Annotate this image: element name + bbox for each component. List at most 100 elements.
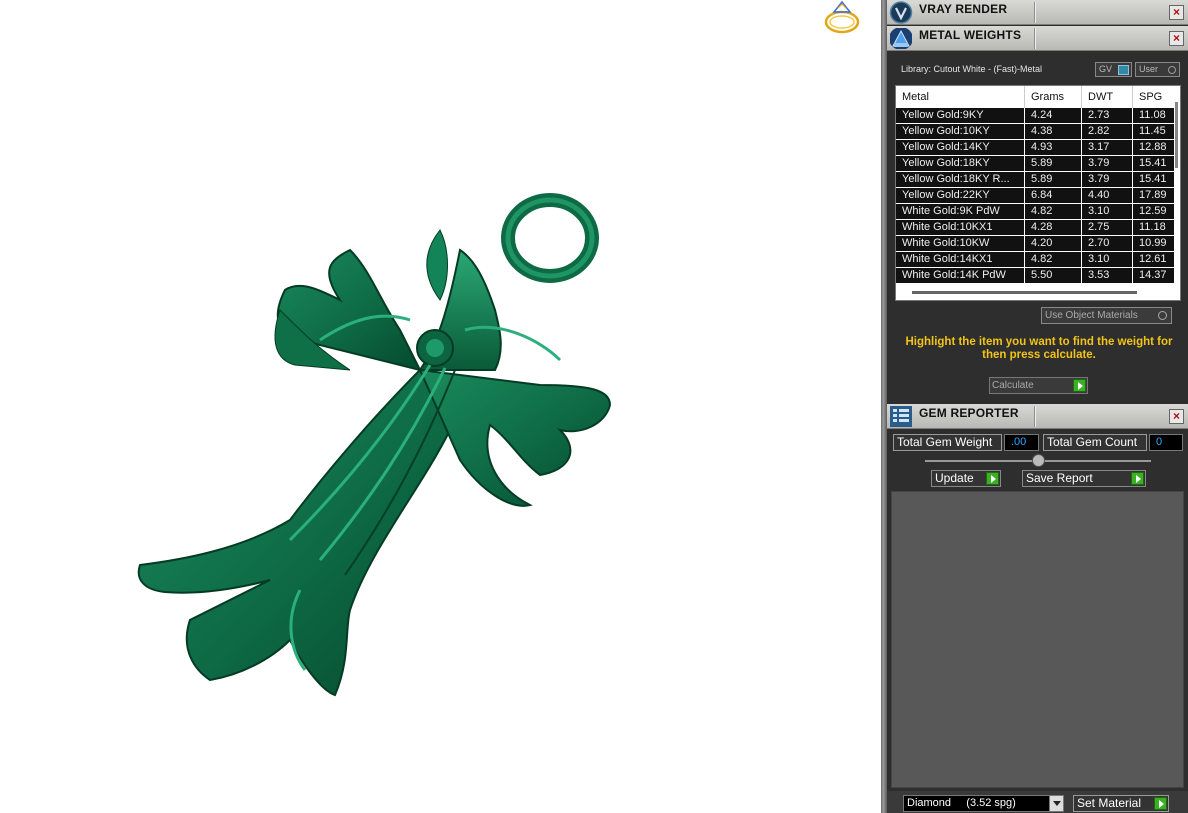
- cell-spg: 12.59: [1133, 204, 1176, 219]
- cell-metal: White Gold:9K PdW: [896, 204, 1025, 219]
- table-row[interactable]: White Gold:10KW 4.20 2.70 10.99: [896, 236, 1176, 252]
- chevron-down-icon[interactable]: [1049, 796, 1063, 811]
- table-row[interactable]: Yellow Gold:18KY R... 5.89 3.79 15.41: [896, 172, 1176, 188]
- table-row[interactable]: White Gold:14KX1 4.82 3.10 12.61: [896, 252, 1176, 268]
- cell-dwt: 2.75: [1082, 220, 1133, 235]
- cell-dwt: 3.79: [1082, 156, 1133, 171]
- cell-grams: 4.28: [1025, 220, 1082, 235]
- use-object-materials-toggle[interactable]: Use Object Materials: [1041, 307, 1172, 324]
- cell-spg: 15.41: [1133, 172, 1176, 187]
- cell-spg: 11.45: [1133, 124, 1176, 139]
- vray-render-header[interactable]: VRAY RENDER ×: [887, 0, 1188, 25]
- save-report-button[interactable]: Save Report: [1022, 470, 1146, 487]
- close-gem-reporter-button[interactable]: ×: [1169, 409, 1184, 424]
- cross-pendant-model[interactable]: [120, 190, 620, 700]
- column-header-metal[interactable]: Metal: [896, 86, 1025, 108]
- metal-weights-header[interactable]: METAL WEIGHTS ×: [887, 26, 1188, 51]
- cell-grams: 5.50: [1025, 268, 1082, 283]
- calculate-button[interactable]: Calculate: [989, 377, 1088, 394]
- gem-report-area[interactable]: [891, 491, 1184, 788]
- table-row[interactable]: Yellow Gold:18KY 5.89 3.79 15.41: [896, 156, 1176, 172]
- set-material-label: Set Material: [1077, 796, 1142, 810]
- cell-grams: 4.20: [1025, 236, 1082, 251]
- metal-weights-table[interactable]: Metal Grams DWT SPG Yellow Gold:9KY 4.24 2…: [895, 85, 1181, 301]
- cell-grams: 4.82: [1025, 252, 1082, 267]
- cell-spg: 17.89: [1133, 188, 1176, 203]
- cell-metal: Yellow Gold:18KY: [896, 156, 1025, 171]
- table-row[interactable]: Yellow Gold:9KY 4.24 2.73 11.08: [896, 108, 1176, 124]
- ring-gizmo-icon[interactable]: [820, 0, 864, 36]
- cell-metal: Yellow Gold:22KY: [896, 188, 1025, 203]
- library-label: Library: Cutout White - (Fast)-Metal: [901, 64, 1043, 74]
- gv-toggle[interactable]: GV: [1095, 62, 1132, 77]
- table-row[interactable]: Yellow Gold:14KY 4.93 3.17 12.88: [896, 140, 1176, 156]
- calculate-label: Calculate: [992, 380, 1034, 391]
- update-button[interactable]: Update: [931, 470, 1001, 487]
- right-panel: VRAY RENDER × METAL WEIGHTS × Library: C…: [887, 0, 1188, 813]
- cell-dwt: 3.17: [1082, 140, 1133, 155]
- close-metal-weights-button[interactable]: ×: [1169, 31, 1184, 46]
- user-label: User: [1139, 64, 1159, 74]
- cell-spg: 14.37: [1133, 268, 1176, 283]
- table-vertical-scrollbar[interactable]: [1174, 86, 1180, 300]
- save-report-label: Save Report: [1026, 471, 1093, 485]
- column-header-grams[interactable]: Grams: [1025, 86, 1082, 108]
- scrollbar-thumb[interactable]: [1175, 102, 1178, 168]
- cell-dwt: 2.70: [1082, 236, 1133, 251]
- cell-metal: Yellow Gold:14KY: [896, 140, 1025, 155]
- metal-weights-title: METAL WEIGHTS: [919, 28, 1022, 42]
- gem-reporter-header[interactable]: GEM REPORTER ×: [887, 404, 1188, 429]
- cell-spg: 12.88: [1133, 140, 1176, 155]
- cell-metal: White Gold:14K PdW: [896, 268, 1025, 283]
- table-horizontal-scrollbar[interactable]: [912, 291, 1137, 294]
- play-arrow-icon: [1154, 797, 1167, 810]
- gv-indicator-icon: [1118, 65, 1129, 75]
- table-row[interactable]: White Gold:9K PdW 4.82 3.10 12.59: [896, 204, 1176, 220]
- column-header-spg[interactable]: SPG: [1133, 86, 1176, 108]
- user-radio-icon: [1168, 66, 1176, 74]
- cell-spg: 15.41: [1133, 156, 1176, 171]
- cell-metal: Yellow Gold:10KY: [896, 124, 1025, 139]
- instruction-text: Highlight the item you want to find the …: [905, 336, 1173, 361]
- play-arrow-icon: [1131, 472, 1144, 485]
- table-row[interactable]: Yellow Gold:10KY 4.38 2.82 11.45: [896, 124, 1176, 140]
- table-row[interactable]: Yellow Gold:22KY 6.84 4.40 17.89: [896, 188, 1176, 204]
- header-separator: [1034, 2, 1036, 23]
- app-window: VRAY RENDER × METAL WEIGHTS × Library: C…: [0, 0, 1188, 813]
- set-material-button[interactable]: Set Material: [1073, 795, 1169, 812]
- slider-handle[interactable]: [1032, 454, 1045, 467]
- gem-material-bar: Diamond (3.52 spg) Set Material: [887, 791, 1188, 813]
- cell-grams: 5.89: [1025, 172, 1082, 187]
- table-row[interactable]: White Gold:14K PdW 5.50 3.53 14.37: [896, 268, 1176, 284]
- cell-spg: 11.08: [1133, 108, 1176, 123]
- cell-dwt: 2.82: [1082, 124, 1133, 139]
- cell-grams: 4.82: [1025, 204, 1082, 219]
- material-select-value: Diamond (3.52 spg): [907, 797, 1016, 809]
- cell-grams: 4.38: [1025, 124, 1082, 139]
- cell-spg: 10.99: [1133, 236, 1176, 251]
- use-object-materials-label: Use Object Materials: [1045, 310, 1138, 321]
- update-label: Update: [935, 471, 974, 485]
- cell-metal: White Gold:10KX1: [896, 220, 1025, 235]
- cell-metal: Yellow Gold:9KY: [896, 108, 1025, 123]
- total-gem-weight-label: Total Gem Weight: [893, 434, 1002, 451]
- column-header-dwt[interactable]: DWT: [1082, 86, 1133, 108]
- user-toggle[interactable]: User: [1135, 62, 1180, 77]
- cell-dwt: 4.40: [1082, 188, 1133, 203]
- vray-icon: [889, 1, 913, 24]
- total-gem-count-label: Total Gem Count: [1043, 434, 1147, 451]
- cell-dwt: 3.10: [1082, 204, 1133, 219]
- gem-reporter-title: GEM REPORTER: [919, 406, 1019, 420]
- gem-reporter-icon: [890, 406, 912, 427]
- 3d-viewport[interactable]: [0, 0, 881, 813]
- total-gem-weight-value: .00: [1004, 434, 1039, 451]
- table-row[interactable]: White Gold:10KX1 4.28 2.75 11.18: [896, 220, 1176, 236]
- close-vray-button[interactable]: ×: [1169, 5, 1184, 20]
- cell-spg: 11.18: [1133, 220, 1176, 235]
- cell-metal: White Gold:10KW: [896, 236, 1025, 251]
- cell-spg: 12.61: [1133, 252, 1176, 267]
- material-select[interactable]: Diamond (3.52 spg): [903, 795, 1064, 812]
- header-separator: [1034, 406, 1036, 427]
- gv-label: GV: [1099, 64, 1113, 74]
- cell-grams: 4.24: [1025, 108, 1082, 123]
